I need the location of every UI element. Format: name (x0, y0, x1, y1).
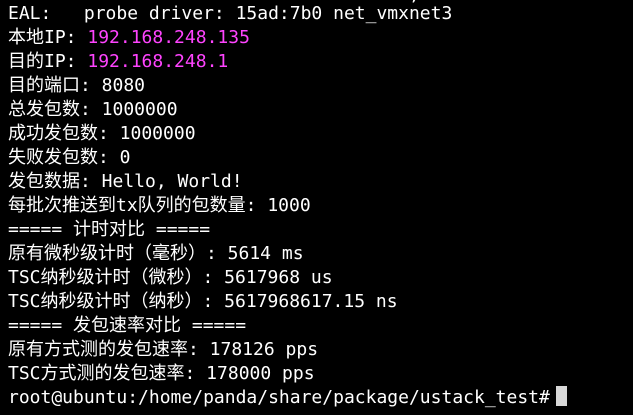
timing-header-line: ===== 计时对比 ===== (8, 219, 211, 240)
dest-ip-value: 192.168.248.1 (87, 51, 229, 72)
tsc-us-line: TSC纳秒级计时（微秒）: 5617968 us (8, 267, 333, 288)
clipped-previous-line: , (8, 0, 420, 7)
orig-ms-line: 原有微秒级计时（毫秒）: 5614 ms (8, 243, 304, 264)
shell-prompt: root@ubuntu:/home/panda/share/package/us… (8, 387, 550, 408)
success-sent-line: 成功发包数: 1000000 (8, 123, 196, 144)
failed-sent-line: 失败发包数: 0 (8, 147, 131, 168)
text-cursor (555, 386, 567, 406)
tsc-rate-line: TSC方式测的发包速率: 178000 pps (8, 363, 315, 384)
shell-prompt-line[interactable]: root@ubuntu:/home/panda/share/package/us… (8, 386, 633, 410)
local-ip-line: 本地IP: 192.168.248.135 (8, 26, 633, 50)
batch-size-line: 每批次推送到tx队列的包数量: 1000 (8, 195, 311, 216)
tsc-ns-line: TSC纳秒级计时（纳秒）: 5617968617.15 ns (8, 291, 398, 312)
local-ip-label: 本地IP: (8, 27, 88, 48)
dest-ip-label: 目的IP: (8, 51, 88, 72)
dest-port-line: 目的端口: 8080 (8, 75, 146, 96)
total-sent-line: 总发包数: 1000000 (8, 99, 178, 120)
dest-ip-line: 目的IP: 192.168.248.1 (8, 50, 633, 74)
terminal-window[interactable]: , EAL: probe driver: 15ad:7b0 net_vmxnet… (0, 0, 633, 415)
payload-line: 发包数据: Hello, World! (8, 171, 243, 192)
orig-rate-line: 原有方式测的发包速率: 178126 pps (8, 339, 319, 360)
rate-header-line: ===== 发包速率对比 ===== (8, 315, 247, 336)
local-ip-value: 192.168.248.135 (87, 27, 250, 48)
